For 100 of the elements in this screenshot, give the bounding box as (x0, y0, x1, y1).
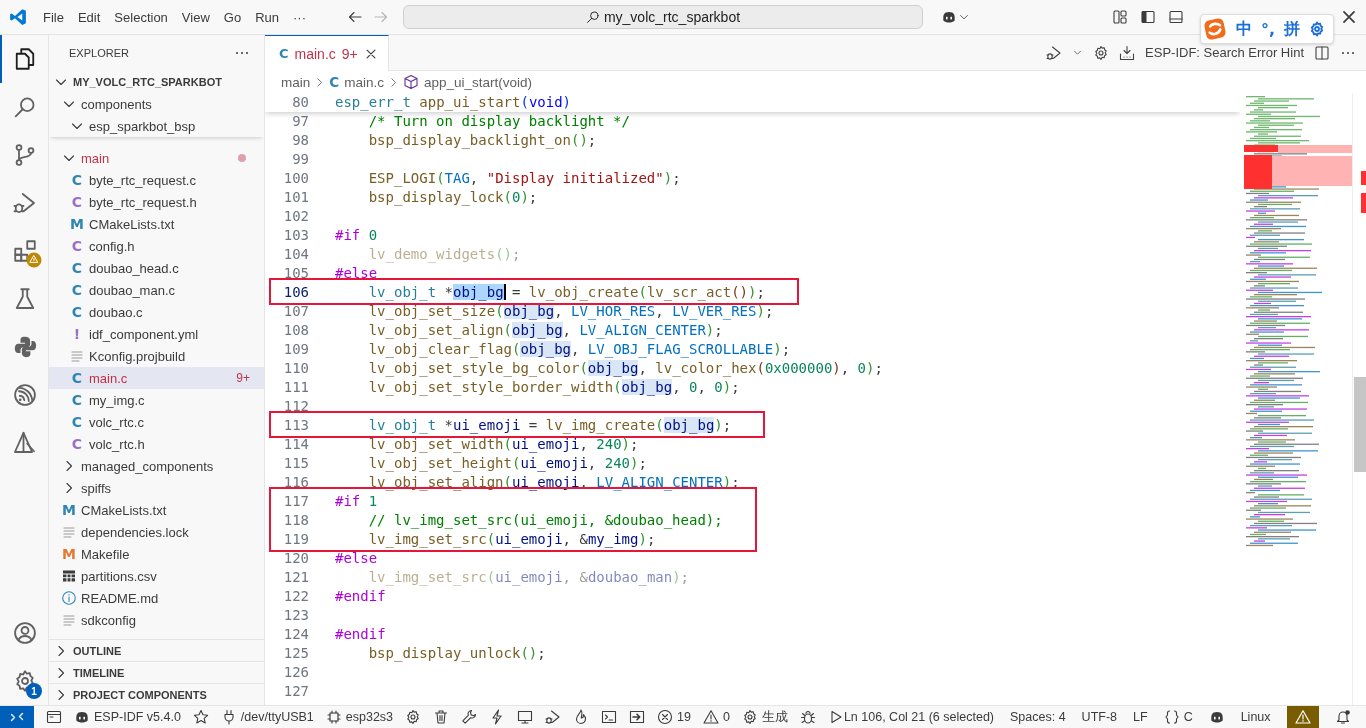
text-file-icon (69, 348, 85, 364)
line-number: 118 (282, 511, 309, 530)
run-debug-icon[interactable] (545, 709, 562, 725)
gear-icon[interactable] (405, 709, 422, 725)
status-item[interactable]: esp32s3 (325, 709, 394, 725)
download-icon[interactable] (1119, 44, 1136, 61)
robot-icon[interactable] (941, 9, 957, 25)
tree-item[interactable]: M CMakeLists.txt (49, 499, 264, 521)
m-file-icon: M (61, 546, 77, 562)
window-icon[interactable] (46, 709, 62, 725)
scrollbar-thumb[interactable] (1354, 377, 1366, 472)
line-number: 101 (282, 188, 309, 207)
close-icon[interactable] (1340, 8, 1358, 26)
tree-item[interactable]: managed_components (49, 455, 264, 477)
enter-icon[interactable] (629, 709, 646, 725)
toolbar-link[interactable]: ESP-IDF: Search Error Hint (1145, 45, 1304, 60)
status-item[interactable]: Ln 106, Col 21 (6 selected) (843, 710, 994, 724)
breadcrumb-item[interactable]: main (281, 74, 311, 90)
settings-icon[interactable] (1309, 21, 1326, 37)
settings-icon[interactable] (1093, 44, 1110, 61)
layout-icon[interactable] (1112, 9, 1128, 25)
tree-item[interactable]: sdkconfig (49, 609, 264, 631)
bug-icon[interactable] (799, 709, 816, 725)
back-arrow-icon[interactable] (347, 9, 363, 25)
remote-button[interactable] (0, 706, 34, 728)
ime-toggle[interactable]: 拼 (1284, 18, 1301, 40)
line-number: 116 (282, 473, 309, 492)
breadcrumb-item[interactable]: app_ui_start(void) (402, 74, 532, 90)
tree-item[interactable]: C volc_rtc.c (49, 411, 264, 433)
tree-item[interactable]: Kconfig.projbuild (49, 345, 264, 367)
tree-item[interactable]: C config.h (49, 235, 264, 257)
m-file-icon: M (69, 216, 85, 232)
editor-tab[interactable]: C main.c 9+ (265, 35, 389, 71)
tree-item[interactable]: dependencies.lock (49, 521, 264, 543)
tree-item[interactable]: partitions.csv (49, 565, 264, 587)
info-icon (61, 590, 77, 606)
run-debug-icon[interactable] (1046, 44, 1063, 61)
trash-icon[interactable] (433, 709, 450, 725)
ime-toggle[interactable]: 中 (1236, 18, 1252, 40)
terminal-icon[interactable] (601, 709, 618, 725)
tree-item[interactable]: C volc_rtc.h (49, 433, 264, 455)
menu-item[interactable]: Selection (107, 6, 175, 28)
m-file-icon: M (61, 502, 77, 518)
sidebar-toggle-icon[interactable] (1140, 9, 1156, 25)
text-file-icon (61, 524, 77, 540)
activity-tab[interactable]: 1 (0, 657, 48, 705)
line-number: 124 (282, 625, 309, 644)
status-item[interactable]: /dev/ttyUSB1 (220, 709, 314, 725)
command-center-search[interactable]: my_volc_rtc_sparkbot (403, 5, 923, 29)
menu-item[interactable]: Run (248, 6, 286, 28)
app-logo-icon (9, 8, 27, 26)
menu-item[interactable]: ··· (286, 6, 313, 28)
status-item[interactable]: Linux (1240, 710, 1271, 724)
tree-item[interactable]: C byte_rtc_request.c (49, 169, 264, 191)
menu-item[interactable]: Go (216, 6, 249, 28)
panel-toggle-icon[interactable] (1168, 9, 1184, 25)
status-item[interactable]: LF (1133, 710, 1148, 724)
tree-item[interactable]: esp_sparkbot_bsp (49, 115, 264, 137)
status-item[interactable]: 0 (702, 709, 730, 725)
section-header[interactable]: TIMELINE (49, 661, 264, 683)
monitor-icon[interactable] (517, 709, 534, 725)
star-icon[interactable] (192, 709, 209, 725)
chevron-down-icon[interactable] (1072, 47, 1084, 58)
breadcrumb-item[interactable]: C main.c (329, 74, 384, 90)
tree-item[interactable]: main (49, 147, 264, 169)
tree-item[interactable]: C doubao_head.c (49, 257, 264, 279)
ime-toggle[interactable]: °, (1261, 19, 1276, 39)
line-number: 122 (282, 587, 309, 606)
tree-item[interactable]: README.md (49, 587, 264, 609)
warning-button[interactable] (1286, 706, 1319, 728)
bell-icon[interactable] (1334, 709, 1351, 725)
code-line: lv_obj_set_width(ui_emoji, 240); (368, 435, 639, 454)
tree-item[interactable]: M CMakeLists.txt (49, 213, 264, 235)
tree-item[interactable]: C doubao.c (49, 301, 264, 323)
robot-icon[interactable] (1208, 709, 1225, 725)
line-number: 99 (291, 150, 309, 169)
status-item[interactable]: UTF-8 (1081, 710, 1118, 724)
tree-item[interactable]: C main.c 9+ (49, 367, 264, 389)
tree-item[interactable]: ! idf_component.yml (49, 323, 264, 345)
section-header[interactable]: OUTLINE (49, 639, 264, 661)
status-item[interactable]: ESP-IDF v5.4.0 (74, 709, 181, 725)
tree-item[interactable]: M Makefile (49, 543, 264, 565)
status-item[interactable]: 19 (657, 709, 691, 725)
code-line: lv_obj_set_align(obj_bg, LV_ALIGN_CENTER); (368, 321, 723, 340)
line-number: 105 (282, 264, 309, 283)
tree-item[interactable]: MY_VOLC_RTC_SPARKBOT (49, 71, 264, 93)
tree-item[interactable]: components (49, 93, 264, 115)
status-item[interactable]: 生成 (741, 708, 788, 726)
menu-item[interactable]: Edit (70, 6, 108, 28)
menu-item[interactable]: View (174, 6, 217, 28)
status-item[interactable]: Spaces: 4 (1010, 710, 1066, 724)
tree-item[interactable]: C my_img.c (49, 389, 264, 411)
line-number: 112 (282, 397, 309, 416)
status-item[interactable]: C (1163, 709, 1193, 725)
tree-item[interactable]: spiffs (49, 477, 264, 499)
tree-item[interactable]: C doubao_man.c (49, 279, 264, 301)
split-editor-icon[interactable] (1314, 44, 1330, 61)
menu-item[interactable]: File (36, 6, 71, 28)
wrench-icon[interactable] (461, 709, 478, 725)
tree-item[interactable]: C byte_rtc_request.h (49, 191, 264, 213)
